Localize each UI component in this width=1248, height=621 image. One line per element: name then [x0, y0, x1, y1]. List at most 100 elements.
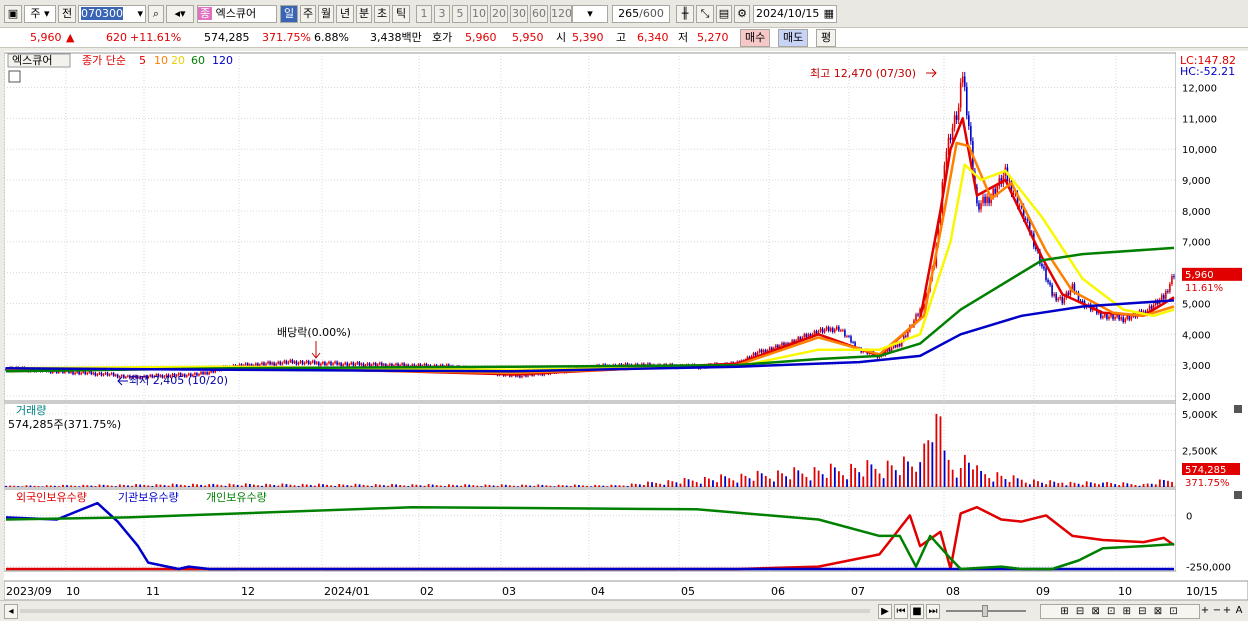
candle-body: [1171, 276, 1173, 285]
candle-body: [389, 363, 391, 366]
volume-bar: [675, 482, 678, 487]
volume-bar: [253, 484, 255, 487]
volume-bar: [1102, 482, 1104, 487]
volume-bar: [655, 482, 657, 487]
volume-bar: [468, 484, 471, 487]
zoom-out-icon[interactable]: −: [1212, 604, 1222, 619]
candle-body: [1026, 219, 1029, 221]
candle-body: [263, 362, 265, 366]
candle-body: [1045, 268, 1047, 280]
candle-body: [984, 196, 986, 204]
period-button-5[interactable]: 초: [374, 5, 390, 23]
period-button-3[interactable]: 년: [336, 5, 354, 23]
volume-bar: [695, 482, 698, 487]
volume-bar: [972, 469, 974, 487]
x-axis-bg: [3, 580, 1248, 601]
interval-button-120[interactable]: 120: [550, 5, 572, 23]
zoom-in-icon[interactable]: +: [1200, 604, 1210, 619]
candle-body: [823, 329, 826, 333]
candle-body: [289, 359, 292, 362]
volume-bar: [236, 484, 239, 487]
volume-bar: [395, 484, 397, 487]
interval-button-5[interactable]: 5: [452, 5, 468, 23]
gear-icon[interactable]: ⚙: [734, 5, 750, 23]
interval-button-30[interactable]: 30: [510, 5, 528, 23]
sell-button[interactable]: 매도: [778, 29, 809, 47]
nav-last-button[interactable]: ⏭: [926, 604, 940, 619]
scroll-left-button[interactable]: ◂: [4, 604, 18, 619]
volume-last-tag: 574,285: [1185, 465, 1226, 476]
volume-bar: [882, 478, 885, 487]
count-field[interactable]: 265/600: [612, 5, 670, 23]
candle-body: [395, 363, 397, 366]
interval-button-10[interactable]: 10: [470, 5, 488, 23]
sound-icon[interactable]: ◂▾: [166, 5, 194, 23]
period-button-1[interactable]: 주: [300, 5, 316, 23]
scroll-track[interactable]: [20, 609, 870, 613]
interval-button-20[interactable]: 20: [490, 5, 508, 23]
dividend-label: 배당락(0.00%): [277, 326, 351, 339]
volume-bar: [1057, 483, 1060, 487]
auto-icon[interactable]: A: [1234, 604, 1244, 619]
volume-bar: [529, 485, 532, 487]
volume-bar: [578, 485, 580, 487]
volume-bar: [200, 484, 202, 487]
candle-body: [1061, 296, 1064, 304]
period-button-2[interactable]: 월: [318, 5, 334, 23]
drawing-tools-icon[interactable]: ⊞ ⊟ ⊠ ⊡ ⊞ ⊟ ⊠ ⊡: [1040, 604, 1200, 619]
prev-button[interactable]: 전: [58, 5, 76, 23]
candle-body: [380, 362, 383, 366]
volume-bar: [90, 485, 93, 487]
add-icon[interactable]: +: [1222, 604, 1232, 619]
volume-bar: [976, 465, 978, 487]
candle-body: [120, 375, 123, 377]
volume-bar: [346, 485, 349, 487]
candle-icon[interactable]: ╫: [676, 5, 694, 23]
candle-body: [768, 347, 771, 351]
chevron-down-icon: ▾: [137, 7, 143, 20]
save-icon[interactable]: ▤: [716, 5, 732, 23]
nav-first-button[interactable]: ⏮: [894, 604, 908, 619]
period-button-0[interactable]: 일: [280, 5, 298, 23]
nav-play-button[interactable]: ▶: [878, 604, 892, 619]
interval-button-60[interactable]: 60: [530, 5, 548, 23]
volume-bar: [728, 478, 731, 487]
period-button-4[interactable]: 분: [356, 5, 372, 23]
volume-bar: [886, 460, 889, 487]
chart-svg[interactable]: 2,0003,0004,0005,0006,0007,0008,0009,000…: [3, 51, 1248, 601]
volume-bar: [1004, 479, 1007, 487]
buy-button[interactable]: 매수: [740, 29, 771, 47]
interval-button-1[interactable]: 1: [416, 5, 432, 23]
stock-name-field[interactable]: 종 엑스큐어: [197, 5, 277, 23]
search-icon[interactable]: ⌕: [148, 5, 164, 23]
candle-body: [88, 371, 91, 373]
candle-body: [852, 342, 854, 344]
chart-area[interactable]: 2,0003,0004,0005,0006,0007,0008,0009,000…: [3, 51, 1248, 601]
date-field[interactable]: 2024/10/15 ▦: [753, 5, 837, 23]
interval-button-3[interactable]: 3: [434, 5, 450, 23]
volume-bar: [789, 479, 792, 487]
market-select[interactable]: 주 ▾: [24, 5, 56, 23]
volume-bar: [785, 476, 787, 487]
volume-bar: [17, 486, 20, 487]
volume-bar: [427, 484, 430, 487]
period-button-6[interactable]: 틱: [392, 5, 410, 23]
candle-body: [72, 371, 74, 375]
nav-stop-button[interactable]: ■: [910, 604, 924, 619]
volume-bar: [139, 484, 142, 487]
eval-button[interactable]: 평: [816, 29, 837, 47]
volume-bar: [525, 485, 527, 487]
candle-body: [898, 343, 901, 347]
candle-body: [1008, 180, 1011, 182]
volume-bar: [1126, 483, 1129, 487]
volume-bar: [273, 484, 276, 487]
volume-bar: [1061, 482, 1064, 487]
interval-select[interactable]: ▾: [572, 5, 608, 23]
tool-icon[interactable]: ⤡: [696, 5, 714, 23]
layout-icon[interactable]: ▣: [4, 5, 22, 23]
zoom-handle[interactable]: [982, 605, 988, 617]
volume-bar: [988, 478, 991, 487]
code-input[interactable]: 070300 ▾: [78, 5, 146, 23]
stock-label: 엑스큐어: [12, 54, 52, 67]
volume-bar: [224, 485, 227, 487]
